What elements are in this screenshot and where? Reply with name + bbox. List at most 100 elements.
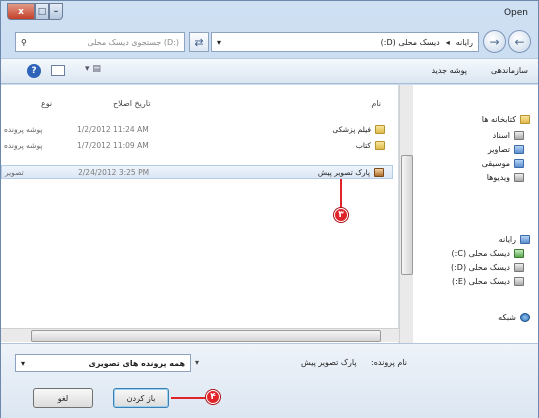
toolbar: ? ▾ ▤ سازماندهی پوشه جدید [1,58,538,84]
nav-music[interactable]: موسیقی [482,159,524,168]
toolbar-commands: سازماندهی پوشه جدید [431,66,528,75]
breadcrumb-computer[interactable]: رایانه [456,38,473,47]
nav-drive-c[interactable]: دیسک محلی (C:) [452,249,524,258]
pictures-icon [514,145,524,154]
vertical-scrollbar[interactable] [399,85,413,343]
vertical-scroll-thumb[interactable] [401,155,413,275]
search-icon: ⚲ [21,37,27,47]
search-input[interactable]: جستجوی دیسک محلی (D:) [87,38,179,47]
maximize-button[interactable]: □ [35,3,49,20]
chevron-down-icon: ▾ [21,358,26,368]
image-file-icon [374,168,384,177]
nav-label: دیسک محلی (C:) [451,249,510,258]
file-date: 1/7/2012 11:09 AM [77,141,149,150]
preview-pane-button[interactable] [51,65,65,76]
column-header-type[interactable]: نوع [41,99,52,108]
videos-icon [514,173,524,182]
music-icon [514,159,524,168]
column-header-date[interactable]: تاریخ اصلاح [113,99,150,108]
network-icon [520,313,530,322]
help-icon: ? [31,66,37,76]
forward-button[interactable]: → [483,30,506,53]
file-row[interactable]: پوشه پرونده 1/7/2012 11:09 AM کتاب [1,139,393,153]
folder-icon [375,141,385,150]
nav-documents[interactable]: اسناد [493,131,524,140]
nav-label: دیسک محلی (E:) [452,277,510,286]
callout-arrow [340,179,342,209]
drive-icon [514,277,524,286]
breadcrumb-separator-icon: ◂ [445,37,450,47]
nav-label: موسیقی [481,159,510,168]
organize-button[interactable]: سازماندهی [491,66,528,75]
back-button[interactable]: ← [508,30,531,53]
address-row: ⚲ جستجوی دیسک محلی (D:) ⇄ ▾ رایانه ◂ دیس… [1,28,538,56]
nav-buttons: → ← [483,30,533,54]
file-row-selected[interactable]: تصویر 2/24/2012 3:25 PM پارک تصویر پیش [1,165,393,179]
open-dialog: x □ – Open ⚲ جستجوی دیسک محلی (D:) ⇄ ▾ ر… [0,0,539,418]
nav-computer[interactable]: رایانه [499,235,530,244]
nav-label: رایانه [498,235,516,244]
address-dropdown-icon[interactable]: ▾ [217,38,221,47]
file-type-select[interactable]: ▾ همه پرونده های تصویری [15,354,191,372]
nav-drive-d[interactable]: دیسک محلی (D:) [451,263,524,272]
navigation-pane: کتابخانه ها اسناد تصاویر موسیقی ویدیوها … [414,85,538,343]
close-button[interactable]: x [7,3,35,20]
nav-label: تصاویر [487,145,510,154]
column-header-name[interactable]: نام [371,99,381,108]
address-bar[interactable]: ▾ رایانه ◂ دیسک محلی (D:) [211,32,479,52]
breadcrumb: رایانه ◂ دیسک محلی (D:) [381,38,473,47]
filename-input[interactable]: پارک تصویر پیش [301,358,357,367]
filename-label: نام پرونده: [371,358,407,367]
nav-pictures[interactable]: تصاویر [488,145,524,154]
nav-label: دیسک محلی (D:) [450,263,510,272]
file-name: کتاب [355,141,371,150]
nav-label: شبکه [498,313,516,322]
nav-label: اسناد [492,131,510,140]
column-headers: نوع تاریخ اصلاح نام [1,99,399,115]
folder-icon [375,125,385,134]
file-type: پوشه پرونده [4,141,43,150]
refresh-icon: ⇄ [194,35,204,49]
window-buttons: x □ – [7,3,63,20]
horizontal-scroll-thumb[interactable] [31,330,381,342]
file-type-value: همه پرونده های تصویری [88,358,185,368]
minimize-button[interactable]: – [49,3,63,20]
change-view-button[interactable]: ▾ ▤ [85,64,101,74]
nav-label: کتابخانه ها [481,115,516,124]
cancel-button[interactable]: لغو [33,388,93,408]
callout-marker-3: ۳ [334,208,348,222]
open-button[interactable]: باز کردن [113,388,169,408]
new-folder-button[interactable]: پوشه جدید [431,66,466,75]
file-type: پوشه پرونده [4,125,43,134]
nav-label: ویدیوها [486,173,510,182]
help-button[interactable]: ? [27,64,41,78]
views-icon: ▾ ▤ [85,64,101,74]
callout-marker-4: ۴ [206,390,220,404]
documents-icon [514,131,524,140]
file-name: پارک تصویر پیش [317,168,370,177]
nav-drive-e[interactable]: دیسک محلی (E:) [452,277,524,286]
nav-network[interactable]: شبکه [498,313,530,322]
title-bar: x □ – Open [1,1,538,27]
computer-icon [520,235,530,244]
content-area: نوع تاریخ اصلاح نام پوشه پرونده 1/2/2012… [1,85,538,343]
breadcrumb-drive-d[interactable]: دیسک محلی (D:) [381,38,440,47]
nav-libraries[interactable]: کتابخانه ها [482,115,530,124]
window-title: Open [503,8,528,18]
nav-videos[interactable]: ویدیوها [487,173,524,182]
search-box[interactable]: ⚲ جستجوی دیسک محلی (D:) [15,32,185,52]
bottom-panel: ▾ همه پرونده های تصویری ▾ پارک تصویر پیش… [1,343,538,418]
back-arrow-icon: ← [514,34,525,49]
file-list: نوع تاریخ اصلاح نام پوشه پرونده 1/2/2012… [1,85,399,343]
callout-arrow [171,397,207,399]
drive-icon [514,249,524,258]
file-date: 1/2/2012 11:24 AM [77,125,149,134]
filename-dropdown-icon[interactable]: ▾ [195,358,199,367]
drive-icon [514,263,524,272]
horizontal-scrollbar[interactable] [1,328,399,342]
refresh-button[interactable]: ⇄ [189,32,209,52]
forward-arrow-icon: → [489,34,500,49]
libraries-icon [520,115,530,124]
file-type: تصویر [5,168,24,177]
file-row[interactable]: پوشه پرونده 1/2/2012 11:24 AM فیلم پزشکی [1,123,393,137]
